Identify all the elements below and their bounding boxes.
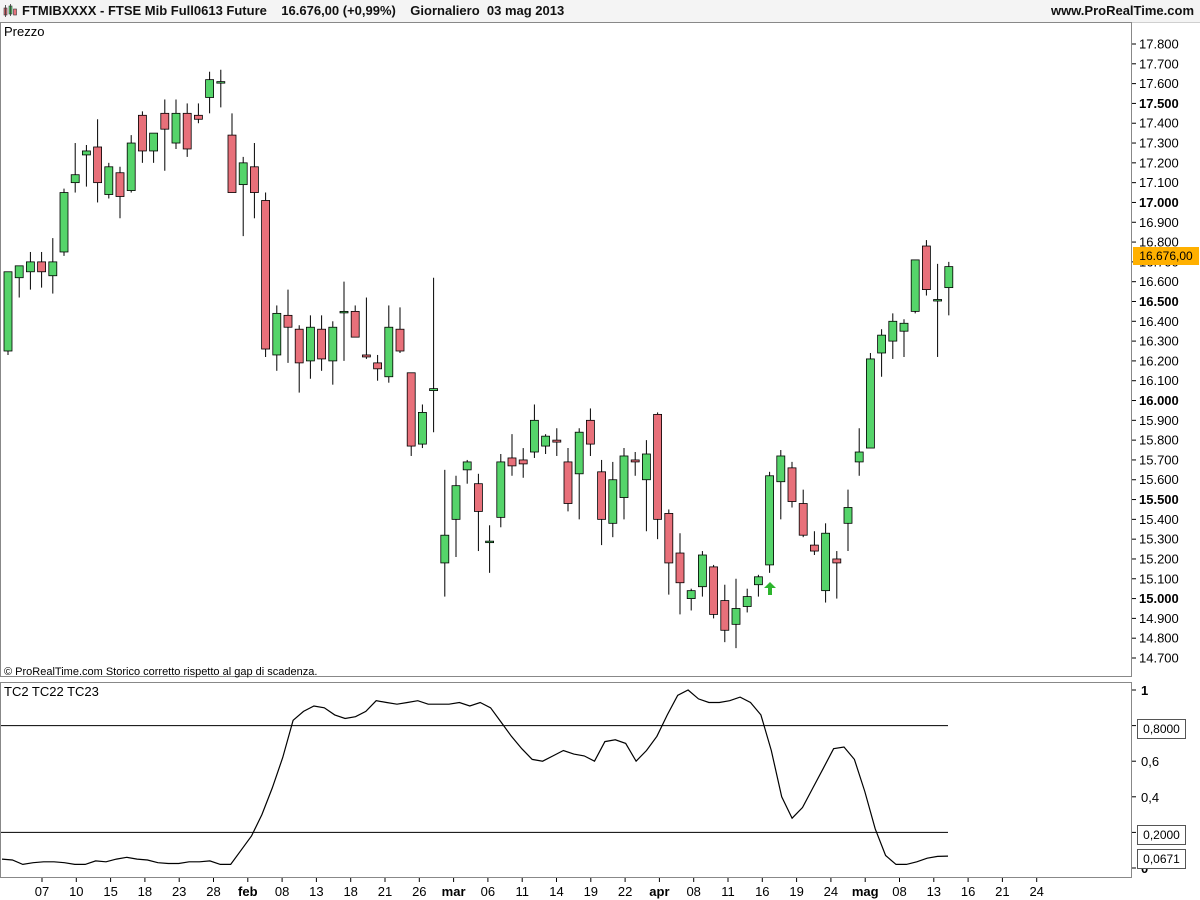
price-tick-label: 14.700	[1139, 651, 1179, 666]
time-tick-label: mag	[852, 884, 879, 899]
price-tick-label: 17.300	[1139, 136, 1179, 151]
time-tick-label: 28	[206, 884, 220, 899]
time-tick-label: 24	[1029, 884, 1043, 899]
price-tick-label: 16.300	[1139, 334, 1179, 349]
price-tick-label: 15.300	[1139, 532, 1179, 547]
price-tick-label: 15.100	[1139, 571, 1179, 586]
price-tick-label: 17.100	[1139, 175, 1179, 190]
time-tick-label: 10	[69, 884, 83, 899]
price-tick-label: 17.500	[1139, 96, 1179, 111]
price-tick-label: 15.400	[1139, 512, 1179, 527]
time-tick-label: 23	[172, 884, 186, 899]
instrument-title: FTMIBXXXX - FTSE Mib Full0613 Future 16.…	[22, 3, 565, 18]
price-tick-label: 15.700	[1139, 452, 1179, 467]
price-tick-label: 17.400	[1139, 116, 1179, 131]
indicator-value-tag: 0,0671	[1137, 849, 1186, 869]
time-tick-label: 18	[138, 884, 152, 899]
price-tick-label: 17.800	[1139, 37, 1179, 52]
time-tick-label: 21	[995, 884, 1009, 899]
price-tick-label: 16.600	[1139, 274, 1179, 289]
price-tick-label: 15.200	[1139, 551, 1179, 566]
time-tick-label: 19	[789, 884, 803, 899]
price-tick-label: 14.900	[1139, 611, 1179, 626]
time-axis: 07 10 15 18 23 28 feb 08 13 18 21 26 mar 06 11 14 19 22 ap…	[35, 878, 1044, 899]
time-tick-label: 08	[892, 884, 906, 899]
indicator-panel[interactable]: TC2 TC22 TC23	[0, 682, 1132, 878]
time-tick-label: 16	[755, 884, 769, 899]
time-tick-label: 11	[515, 884, 529, 899]
indicator-tick-label: 0,6	[1141, 754, 1159, 769]
time-tick-label: mar	[442, 884, 466, 899]
level-high-tag: 0,8000	[1137, 719, 1186, 739]
indicator-tick-label: 1	[1141, 683, 1148, 698]
price-panel-label: Prezzo	[4, 24, 45, 39]
brand-link[interactable]: www.ProRealTime.com	[1051, 3, 1194, 18]
time-tick-label: 26	[412, 884, 426, 899]
time-tick-label: 15	[103, 884, 117, 899]
price-axis: 14.700 14.800 14.900 15.000 15.100 15.200 15.3…	[1132, 37, 1179, 666]
indicator-axis: 00,40,61	[1132, 683, 1159, 876]
price-tick-label: 16.400	[1139, 314, 1179, 329]
time-tick-label: 16	[961, 884, 975, 899]
time-tick-label: feb	[238, 884, 258, 899]
title-bar: FTMIBXXXX - FTSE Mib Full0613 Future 16.…	[0, 0, 1200, 23]
price-panel[interactable]: Prezzo © ProRealTime.com Storico corrett…	[0, 22, 1132, 678]
time-tick-label: 14	[549, 884, 563, 899]
time-tick-label: 08	[686, 884, 700, 899]
price-tick-label: 16.100	[1139, 373, 1179, 388]
price-tick-label: 16.200	[1139, 353, 1179, 368]
time-tick-label: 06	[481, 884, 495, 899]
time-tick-label: 13	[309, 884, 323, 899]
price-tick-label: 17.700	[1139, 56, 1179, 71]
time-tick-label: 07	[35, 884, 49, 899]
price-tick-label: 17.200	[1139, 155, 1179, 170]
time-tick-label: 22	[618, 884, 632, 899]
last-price-tag: 16.676,00	[1133, 247, 1199, 265]
price-tick-label: 17.600	[1139, 76, 1179, 91]
indicator-panel-label: TC2 TC22 TC23	[4, 684, 99, 699]
time-tick-label: 08	[275, 884, 289, 899]
price-tick-label: 16.000	[1139, 393, 1179, 408]
copyright-note: © ProRealTime.com Storico corretto rispe…	[4, 666, 318, 678]
candles-icon	[3, 4, 17, 17]
price-tick-label: 16.900	[1139, 215, 1179, 230]
price-tick-label: 15.800	[1139, 433, 1179, 448]
time-tick-label: 19	[584, 884, 598, 899]
time-tick-label: 21	[378, 884, 392, 899]
price-tick-label: 17.000	[1139, 195, 1179, 210]
price-tick-label: 15.900	[1139, 413, 1179, 428]
time-tick-label: 13	[927, 884, 941, 899]
indicator-tick-label: 0,4	[1141, 790, 1159, 805]
price-tick-label: 15.000	[1139, 591, 1179, 606]
level-low-tag: 0,2000	[1137, 825, 1186, 845]
price-tick-label: 16.500	[1139, 294, 1179, 309]
price-tick-label: 14.800	[1139, 631, 1179, 646]
price-tick-label: 15.500	[1139, 492, 1179, 507]
time-tick-label: apr	[649, 884, 669, 899]
price-tick-label: 15.600	[1139, 472, 1179, 487]
time-tick-label: 18	[343, 884, 357, 899]
time-tick-label: 11	[721, 884, 735, 899]
time-tick-label: 24	[824, 884, 838, 899]
